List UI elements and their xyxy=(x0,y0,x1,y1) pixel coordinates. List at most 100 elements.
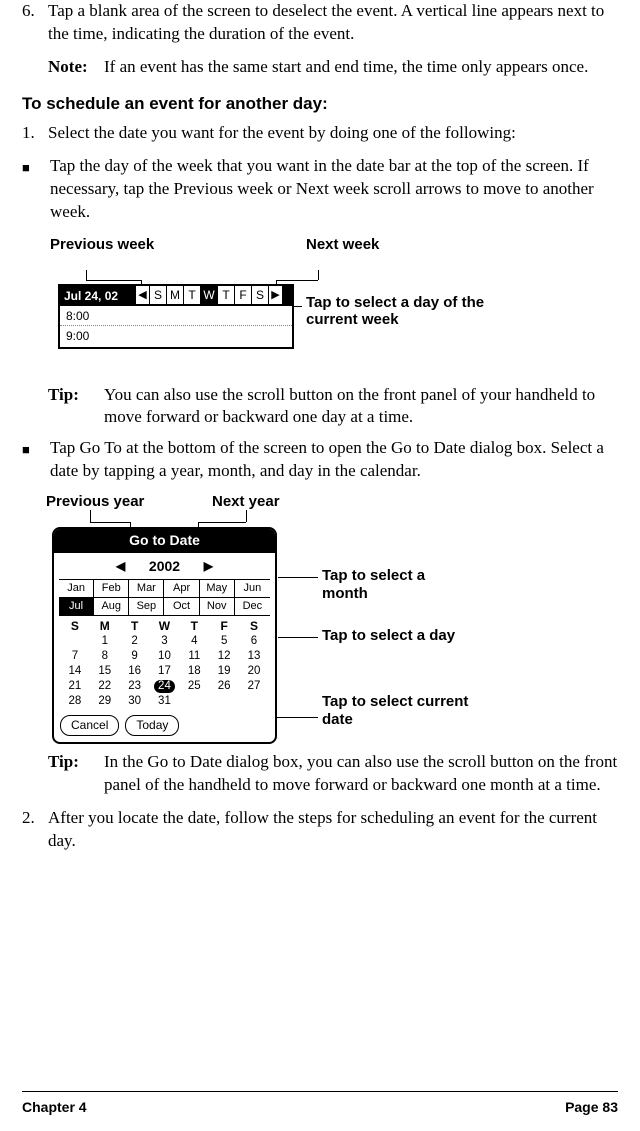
tip-1-text: You can also use the scroll button on th… xyxy=(104,384,618,430)
calendar-day[interactable]: 14 xyxy=(60,664,90,679)
calendar-day[interactable]: 11 xyxy=(179,649,209,664)
month-feb[interactable]: Feb xyxy=(94,580,129,598)
month-jul[interactable]: Jul xyxy=(59,598,94,615)
calendar-day[interactable]: 1 xyxy=(90,634,120,649)
calendar-day[interactable]: 30 xyxy=(120,694,150,709)
calendar-day[interactable]: 7 xyxy=(60,649,90,664)
label-tap-month: Tap to select a month xyxy=(322,567,472,602)
calendar-day[interactable]: 3 xyxy=(150,634,180,649)
day-bar: Jul 24, 02 ◀ S M T W T F S ▶ 8:00 9:00 xyxy=(58,284,294,349)
month-sep[interactable]: Sep xyxy=(129,598,164,615)
calendar-dow: S xyxy=(60,618,90,634)
calendar-dow: T xyxy=(179,618,209,634)
month-oct[interactable]: Oct xyxy=(164,598,199,615)
calendar-day[interactable]: 27 xyxy=(239,679,269,694)
note: Note: If an event has the same start and… xyxy=(48,56,618,79)
label-previous-week: Previous week xyxy=(50,236,154,253)
step-1-num: 1. xyxy=(22,122,48,145)
calendar-day[interactable]: 24 xyxy=(150,679,180,694)
day-t2[interactable]: T xyxy=(217,286,234,304)
calendar-day[interactable]: 25 xyxy=(179,679,209,694)
day-s2[interactable]: S xyxy=(251,286,268,304)
prev-year-arrow-icon[interactable]: ◀ xyxy=(116,558,125,574)
label-next-year: Next year xyxy=(212,493,280,510)
calendar-day[interactable]: 31 xyxy=(150,694,180,709)
label-previous-year: Previous year xyxy=(46,493,144,510)
step-6: 6. Tap a blank area of the screen to des… xyxy=(22,0,618,46)
month-nov[interactable]: Nov xyxy=(200,598,235,615)
time-row-1[interactable]: 8:00 xyxy=(60,306,292,326)
calendar-day[interactable]: 16 xyxy=(120,664,150,679)
cancel-button[interactable]: Cancel xyxy=(60,715,119,736)
month-aug[interactable]: Aug xyxy=(94,598,129,615)
step-1-text: Select the date you want for the event b… xyxy=(48,122,618,145)
time-row-2[interactable]: 9:00 xyxy=(60,326,292,347)
bullet-2: ■ Tap Go To at the bottom of the screen … xyxy=(22,437,618,483)
year-value: 2002 xyxy=(149,558,180,574)
calendar-day[interactable]: 26 xyxy=(209,679,239,694)
month-grid: Jan Feb Mar Apr May Jun Jul Aug Sep Oct … xyxy=(59,579,270,616)
dialog-title: Go to Date xyxy=(54,529,275,553)
calendar-day xyxy=(209,694,239,709)
month-dec[interactable]: Dec xyxy=(235,598,270,615)
calendar-day xyxy=(239,694,269,709)
calendar-day[interactable]: 9 xyxy=(120,649,150,664)
calendar-day[interactable]: 10 xyxy=(150,649,180,664)
day-s1[interactable]: S xyxy=(149,286,166,304)
calendar-day[interactable]: 13 xyxy=(239,649,269,664)
step-2-text: After you locate the date, follow the st… xyxy=(48,807,618,853)
calendar-day[interactable]: 8 xyxy=(90,649,120,664)
calendar-day[interactable]: 12 xyxy=(209,649,239,664)
prev-week-arrow-icon[interactable]: ◀ xyxy=(135,286,149,304)
calendar-day[interactable]: 5 xyxy=(209,634,239,649)
calendar-day[interactable]: 21 xyxy=(60,679,90,694)
go-to-date-dialog: Go to Date ◀ 2002 ▶ Jan Feb Mar Apr May … xyxy=(52,527,277,744)
tip-2-text: In the Go to Date dialog box, you can al… xyxy=(104,751,618,797)
calendar-day[interactable]: 4 xyxy=(179,634,209,649)
calendar-day[interactable]: 28 xyxy=(60,694,90,709)
page-footer: Chapter 4 Page 83 xyxy=(22,1091,618,1117)
month-jun[interactable]: Jun xyxy=(235,580,270,598)
calendar-day[interactable]: 17 xyxy=(150,664,180,679)
step-2-num: 2. xyxy=(22,807,48,853)
calendar-day[interactable]: 23 xyxy=(120,679,150,694)
figure-go-to-date: Previous year Next year Tap to select a … xyxy=(42,493,618,743)
day-f[interactable]: F xyxy=(234,286,251,304)
footer-chapter: Chapter 4 xyxy=(22,1098,87,1117)
month-may[interactable]: May xyxy=(200,580,235,598)
day-bar-date: Jul 24, 02 xyxy=(60,286,135,304)
calendar-day[interactable]: 19 xyxy=(209,664,239,679)
tip-1-label: Tip: xyxy=(48,384,104,430)
month-mar[interactable]: Mar xyxy=(129,580,164,598)
calendar-day xyxy=(179,694,209,709)
today-button[interactable]: Today xyxy=(125,715,179,736)
day-m[interactable]: M xyxy=(166,286,183,304)
next-week-arrow-icon[interactable]: ▶ xyxy=(268,286,282,304)
calendar-dow: W xyxy=(150,618,180,634)
calendar-day[interactable]: 29 xyxy=(90,694,120,709)
heading-schedule-another-day: To schedule an event for another day: xyxy=(22,93,618,116)
day-t1[interactable]: T xyxy=(183,286,200,304)
calendar-day[interactable]: 22 xyxy=(90,679,120,694)
year-selector: ◀ 2002 ▶ xyxy=(54,553,275,579)
next-year-arrow-icon[interactable]: ▶ xyxy=(204,558,213,574)
calendar-dow: F xyxy=(209,618,239,634)
step-2: 2. After you locate the date, follow the… xyxy=(22,807,618,853)
note-text: If an event has the same start and end t… xyxy=(104,56,618,79)
step-6-text: Tap a blank area of the screen to desele… xyxy=(48,0,618,46)
month-jan[interactable]: Jan xyxy=(59,580,94,598)
calendar-day xyxy=(60,634,90,649)
calendar-day[interactable]: 18 xyxy=(179,664,209,679)
label-tap-day: Tap to select a day xyxy=(322,627,472,644)
calendar-day[interactable]: 20 xyxy=(239,664,269,679)
day-w[interactable]: W xyxy=(200,286,217,304)
calendar-day[interactable]: 2 xyxy=(120,634,150,649)
note-label: Note: xyxy=(48,56,104,79)
bullet-2-text: Tap Go To at the bottom of the screen to… xyxy=(50,437,618,483)
calendar-day[interactable]: 6 xyxy=(239,634,269,649)
footer-page: Page 83 xyxy=(565,1098,618,1117)
calendar-day[interactable]: 15 xyxy=(90,664,120,679)
tip-1: Tip: You can also use the scroll button … xyxy=(48,384,618,430)
month-apr[interactable]: Apr xyxy=(164,580,199,598)
label-tap-today: Tap to select current date xyxy=(322,693,472,728)
